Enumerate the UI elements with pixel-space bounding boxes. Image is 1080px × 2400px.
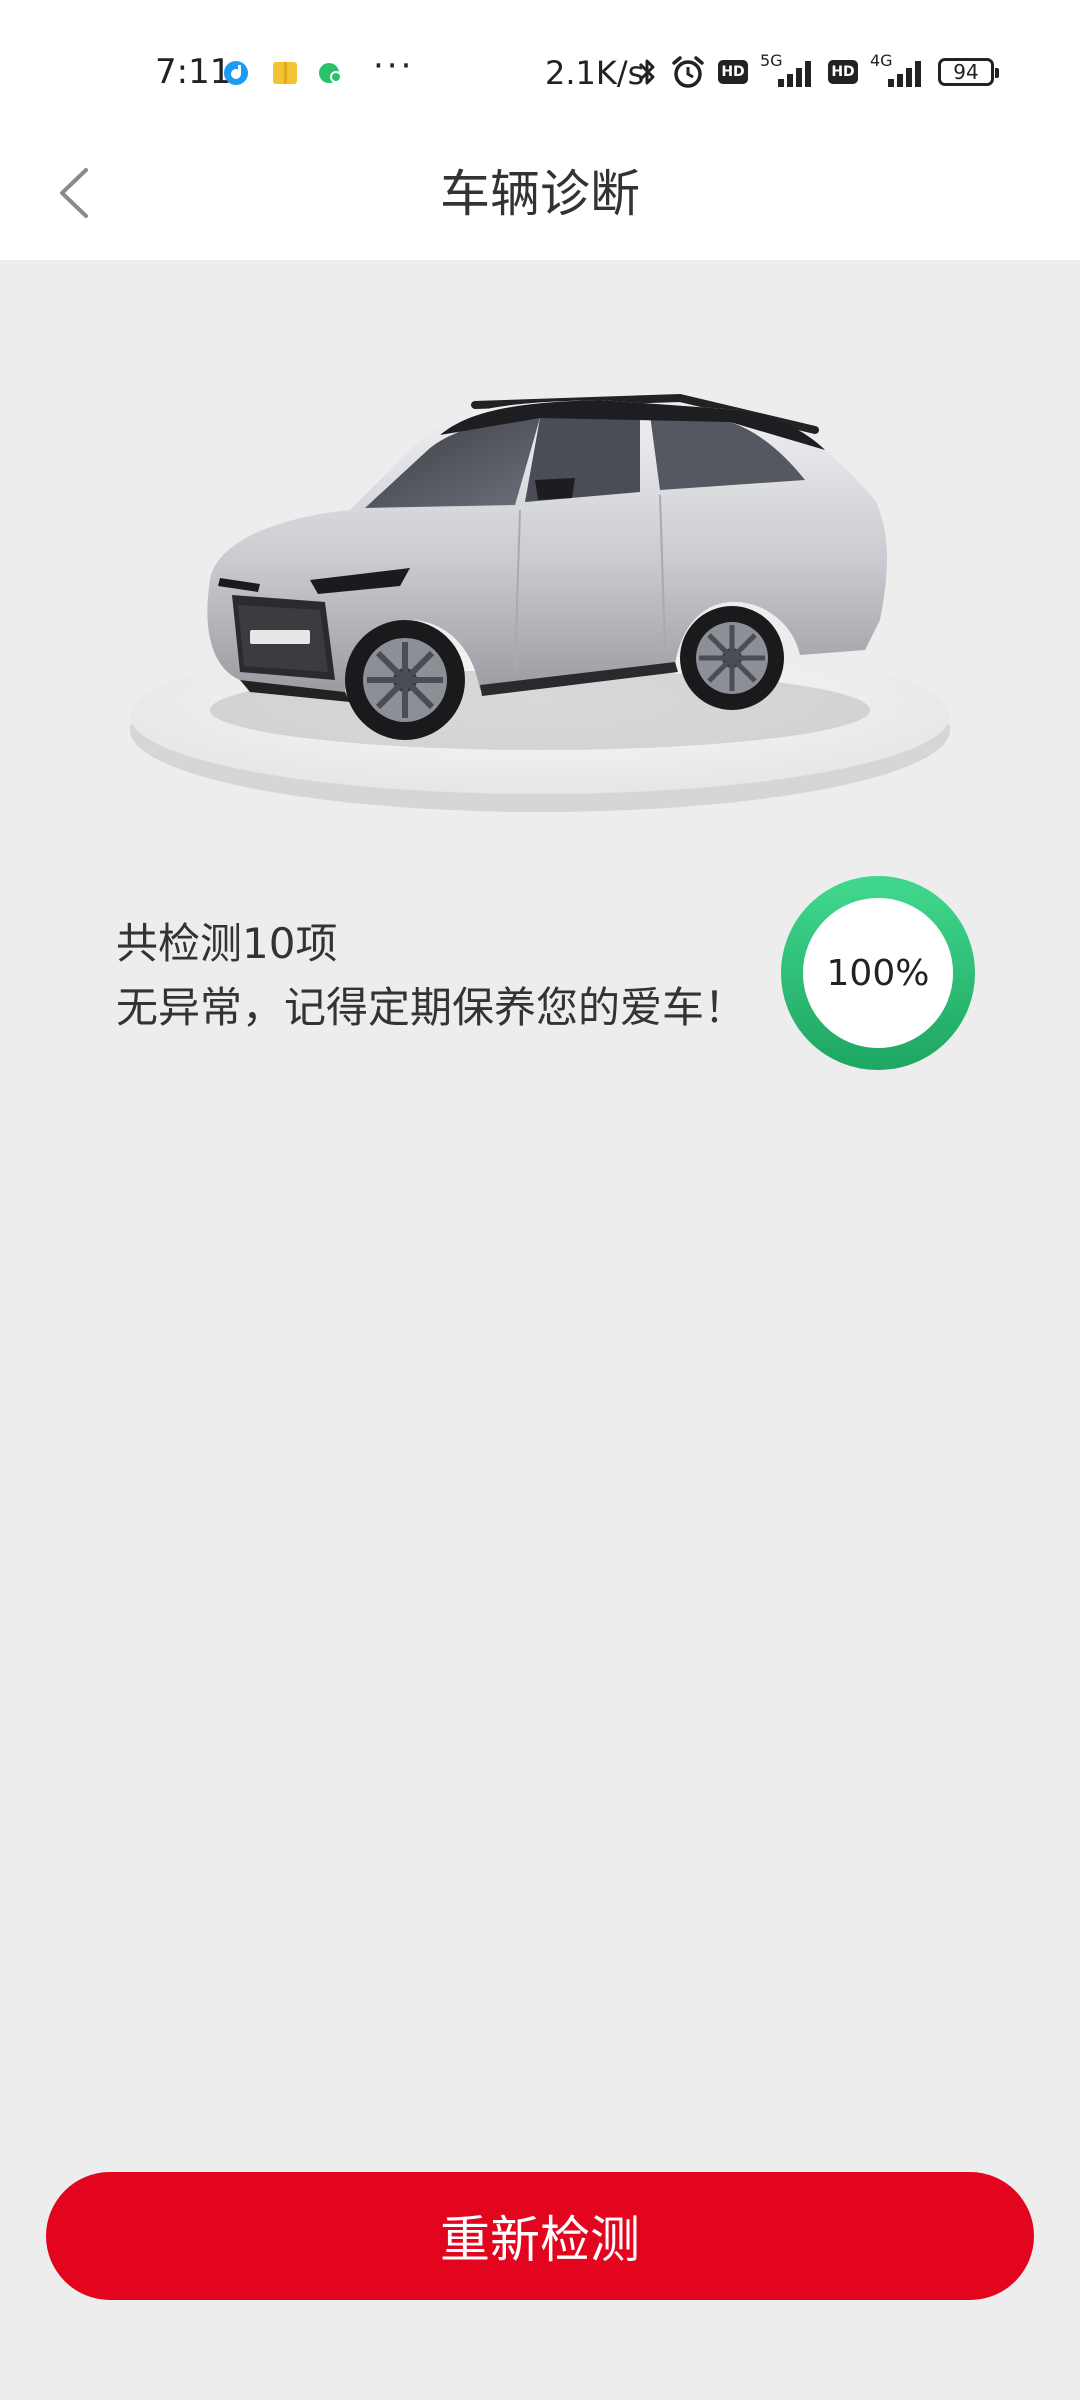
signal-4g-icon: 4G (870, 51, 926, 89)
progress-label: 100% (826, 952, 930, 994)
page-title: 车辆诊断 (440, 165, 640, 223)
battery-level: 94 (953, 60, 979, 84)
network-speed: 2.1K/s (545, 54, 645, 92)
app-notification-blue-icon (224, 61, 248, 85)
nav-header: 车辆诊断 (0, 130, 1080, 260)
recheck-button[interactable]: 重新检测 (46, 2172, 1034, 2300)
battery-icon: 94 (938, 58, 999, 86)
status-icons: HD 5G HD 4G 94 (636, 51, 999, 90)
hd-badge: HD (718, 60, 748, 84)
app-notification-green-icon (319, 63, 342, 83)
network-type-label: 4G (870, 51, 893, 70)
hd-badge: HD (828, 60, 858, 84)
app-notification-yellow-icon (273, 62, 297, 84)
alarm-icon (672, 56, 704, 88)
status-time: 7:11 (155, 52, 232, 92)
inspection-count: 共检测10项 (116, 919, 338, 968)
signal-5g-icon: 5G (760, 51, 816, 89)
inspection-message: 无异常，记得定期保养您的爱车！ (116, 983, 747, 1032)
vehicle-image (130, 393, 950, 812)
more-notifications-indicator: ··· (373, 46, 415, 86)
bluetooth-icon (638, 59, 655, 85)
status-bar: 7:11 ··· 2.1K/s HD 5G HD 4G 94 (0, 0, 1080, 130)
network-type-label: 5G (760, 51, 783, 70)
